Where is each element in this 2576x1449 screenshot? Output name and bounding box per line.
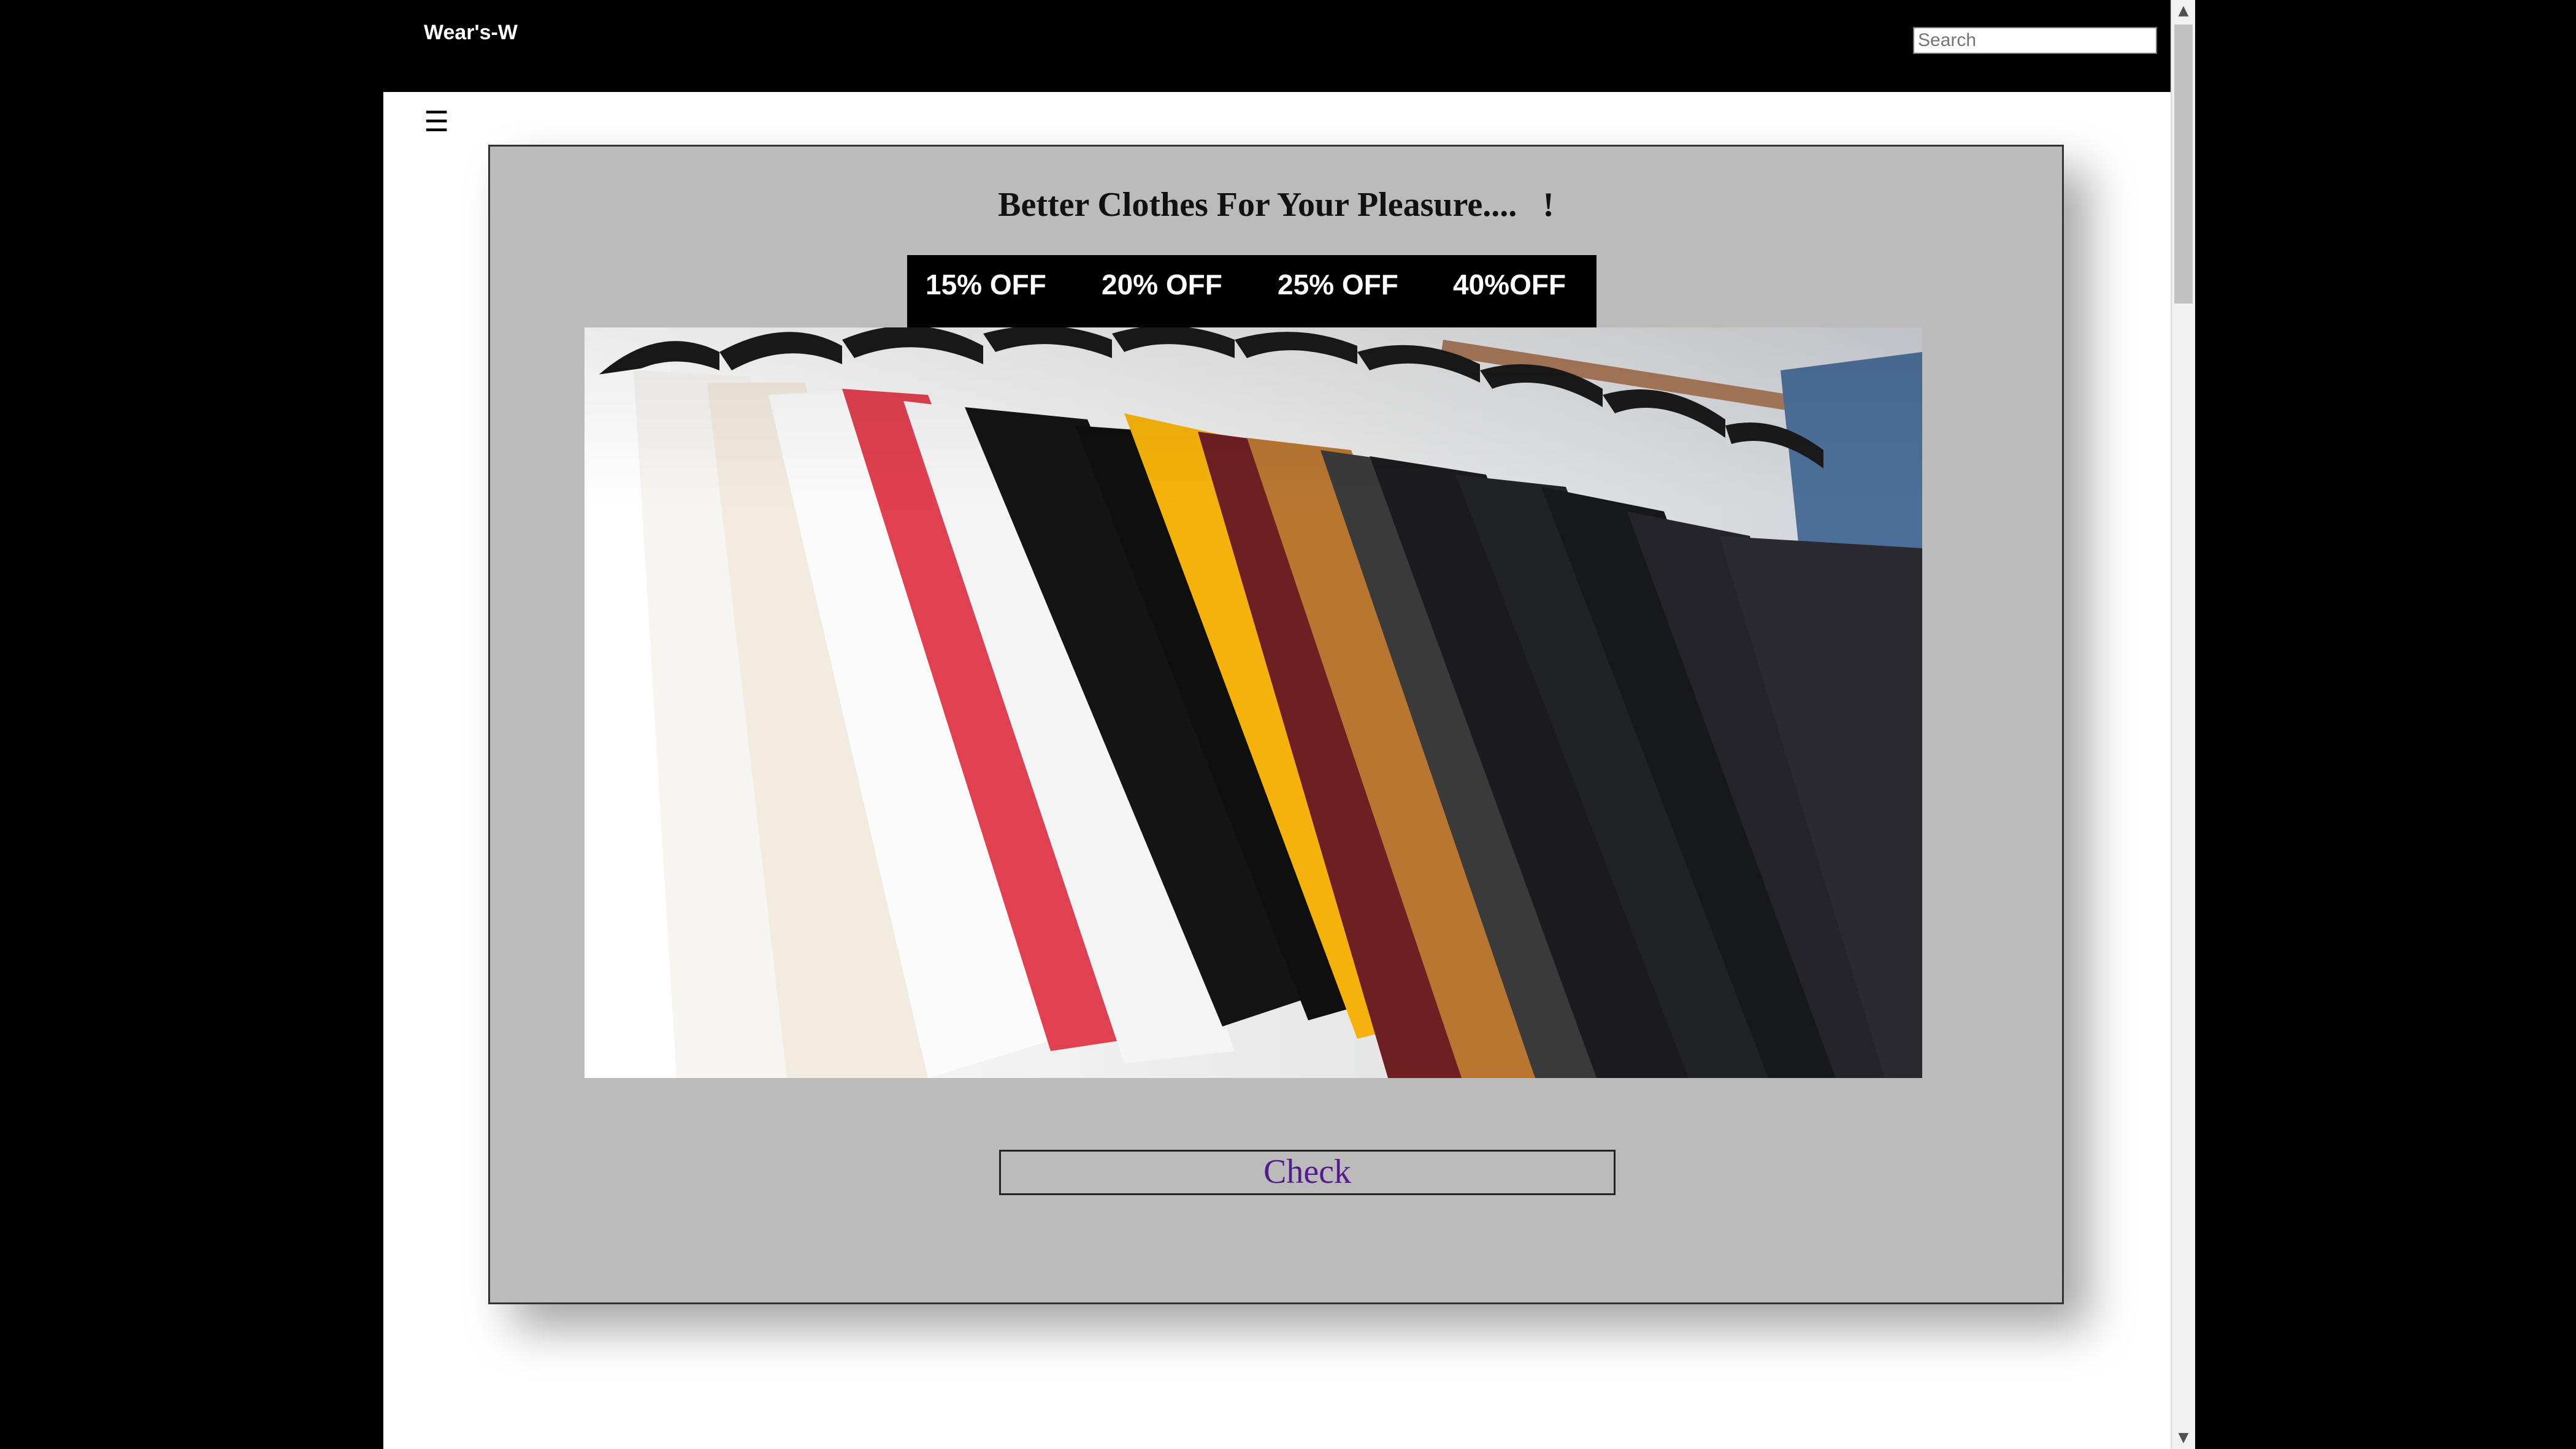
discount-20-link[interactable]: 20% OFF [1102, 255, 1222, 327]
promo-headline: Better Clothes For Your Pleasure.... ! [998, 186, 1554, 224]
main-content: ☰ Better Clothes For Your Pleasure.... !… [383, 92, 2171, 1449]
discount-15-link[interactable]: 15% OFF [926, 255, 1046, 327]
clothing-rack-image [585, 327, 1922, 1078]
top-navbar: Wear's-W [383, 0, 2171, 92]
search-input[interactable] [1913, 27, 2157, 54]
page: Wear's-W ☰ Better Clothes For Your Pleas… [383, 0, 2171, 1449]
promo-card: Better Clothes For Your Pleasure.... ! 1… [488, 145, 2064, 1304]
discount-bar: 15% OFF 20% OFF 25% OFF 40%OFF [907, 255, 1597, 327]
scroll-down-arrow-icon[interactable]: ▼ [2172, 1427, 2195, 1449]
scrollbar-thumb[interactable] [2174, 25, 2193, 304]
check-button[interactable]: Check [999, 1150, 1616, 1195]
discount-40-link[interactable]: 40%OFF [1453, 255, 1566, 327]
vertical-scrollbar[interactable]: ▲ ▼ [2171, 0, 2195, 1449]
hamburger-menu-icon[interactable]: ☰ [424, 103, 449, 140]
scroll-up-arrow-icon[interactable]: ▲ [2172, 0, 2195, 22]
brand-logo-text[interactable]: Wear's-W [424, 20, 518, 45]
discount-25-link[interactable]: 25% OFF [1278, 255, 1398, 327]
